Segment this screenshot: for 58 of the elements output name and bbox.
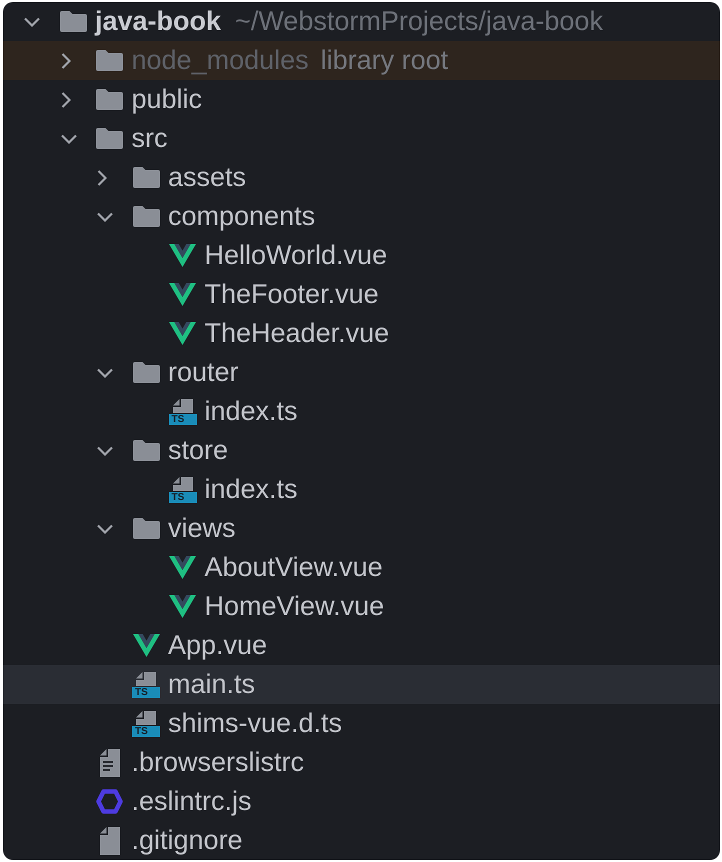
tree-row[interactable]: .eslintrc.js [3,782,720,821]
document-icon [100,826,120,854]
v-logo-icon [169,283,196,306]
tree-row[interactable]: .gitignore [3,821,720,860]
folder-icon [132,440,160,461]
chevron-down-icon[interactable] [60,134,76,144]
project-path: ~/WebstormProjects/java-book [235,6,603,37]
tree-row[interactable]: App.vue [3,626,720,665]
tree-row[interactable]: assets [3,158,720,197]
v-logo-icon [169,595,196,618]
tree-row[interactable]: public [3,80,720,119]
tree-row[interactable]: TS shims-vue.d.ts [3,704,720,743]
document-icon [136,710,156,724]
chevron-down-icon[interactable] [97,524,113,534]
chevron-down-icon[interactable] [24,16,40,26]
tree-row[interactable]: TS main.ts [3,665,720,704]
document-icon [172,476,192,490]
folder-icon [96,50,123,71]
v-logo-icon [132,634,160,657]
file-type-badge: TS [168,492,196,502]
tree-row[interactable]: router [3,353,720,392]
folder-icon [132,518,160,539]
chevron-down-icon[interactable] [97,212,113,222]
chevron-down-icon[interactable] [97,368,113,378]
tree-row[interactable]: components [3,197,720,236]
tree-row[interactable]: HelloWorld.vue [3,236,720,275]
tree-row[interactable]: HomeView.vue [3,587,720,626]
folder-icon [132,206,160,227]
folder-icon [132,362,160,383]
tree-row[interactable]: TheHeader.vue [3,314,720,353]
folder-icon [96,89,123,110]
tree-row[interactable]: src [3,119,720,158]
folder-icon [96,128,123,149]
hexagon-icon [96,789,123,814]
file-type-badge: TS [168,414,196,424]
tree-row[interactable]: views [3,509,720,548]
chevron-right-icon[interactable] [97,170,107,186]
tree-row[interactable]: TS index.ts [3,392,720,431]
folder-icon [60,11,86,32]
tree-row[interactable]: store [3,431,720,470]
tree-row[interactable]: TheFooter.vue [3,275,720,314]
folder-icon [132,167,160,188]
chevron-right-icon[interactable] [60,52,70,68]
chevron-right-icon[interactable] [60,92,70,108]
document-icon [136,672,156,686]
tree-row[interactable]: TS index.ts [3,470,720,509]
v-logo-icon [169,556,196,579]
library-root-label: library root [320,45,448,76]
file-type-badge: TS [132,726,160,736]
text-file-icon [100,748,120,776]
tree-row[interactable]: java-book ~/WebstormProjects/java-book [3,2,720,41]
v-logo-icon [169,322,196,345]
document-icon [172,398,192,412]
v-logo-icon [169,244,196,267]
tree-row[interactable]: AboutView.vue [3,548,720,587]
tree-row[interactable]: .browserslistrc [3,743,720,782]
file-type-badge: TS [132,686,160,698]
chevron-down-icon[interactable] [97,446,113,456]
